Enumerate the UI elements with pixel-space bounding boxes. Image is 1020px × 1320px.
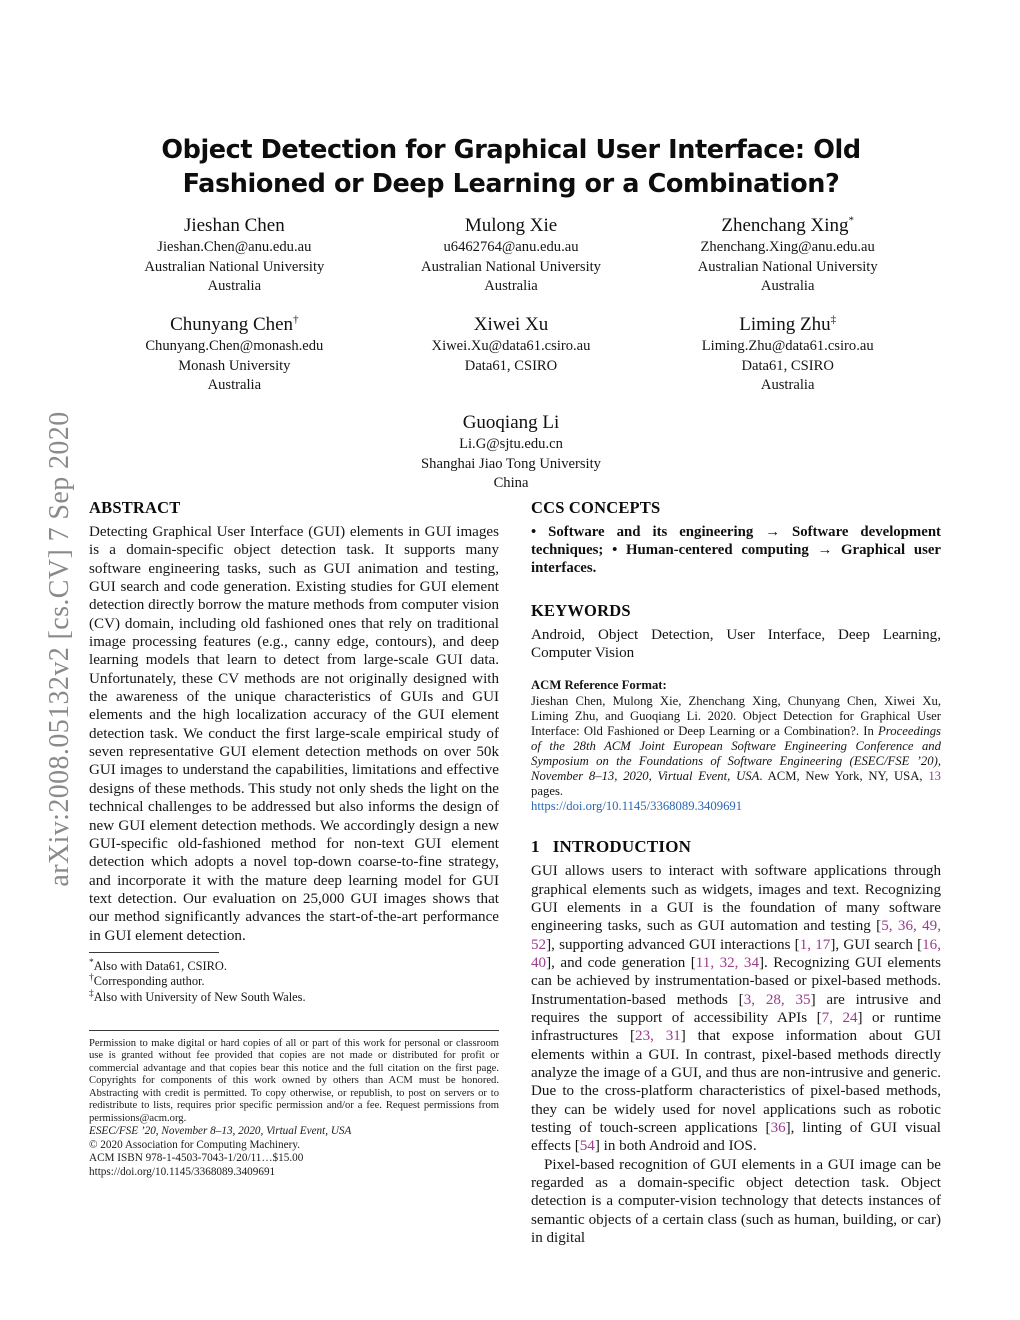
footnote-item: ‡Also with University of New South Wales… — [89, 989, 499, 1005]
ccs-concepts-heading: CCS CONCEPTS — [531, 498, 661, 517]
ccs-concepts-text: • Software and its engineering → Softwar… — [531, 524, 941, 577]
author-name: Chunyang Chen† — [96, 312, 373, 337]
author-block: Xiwei Xu Xiwei.Xu@data61.csiro.au Data61… — [373, 312, 650, 396]
isbn-line: ACM ISBN 978-1-4503-7043-1/20/11…$15.00 — [89, 1152, 304, 1165]
citation-ref[interactable]: 23, 31 — [635, 1028, 681, 1044]
author-affiliation: Australian National University — [697, 258, 878, 275]
author-affiliation: Data61, CSIRO — [741, 357, 834, 374]
author-name-text: Jieshan Chen — [183, 215, 285, 236]
citation-ref[interactable]: 54 — [580, 1138, 595, 1154]
page-title: Object Detection for Graphical User Inte… — [161, 135, 861, 199]
author-block-solo: Guoqiang Li Li.G@sjtu.edu.cn Shanghai Ji… — [96, 410, 926, 494]
author-country: Australia — [760, 377, 815, 393]
author-name-text: Chunyang Chen — [170, 314, 294, 335]
keywords-heading: KEYWORDS — [531, 600, 631, 620]
right-column: CCS CONCEPTS • Software and its engineer… — [531, 498, 941, 1247]
citation-ref[interactable]: 3, 28, 35 — [744, 992, 811, 1008]
keywords-text: Android, Object Detection, User Interfac… — [531, 626, 941, 662]
copyright-block: Permission to make digital or hard copie… — [89, 1030, 499, 1180]
author-name: Liming Zhu‡ — [649, 312, 926, 337]
footnote-item: *Also with Data61, CSIRO. — [89, 958, 499, 974]
acm-reference-pages: 13 — [928, 768, 941, 783]
copyright-doi-link[interactable]: https://doi.org/10.1145/3368089.3409691 — [89, 1166, 499, 1180]
author-name: Xiwei Xu — [373, 312, 650, 337]
author-email: u6462764@anu.edu.au — [443, 239, 579, 255]
author-country: Australia — [484, 278, 538, 294]
author-country: Australia — [207, 377, 262, 393]
arxiv-stamp: arXiv:2008.05132v2 [cs.CV] 7 Sep 2020 — [44, 411, 75, 887]
author-email: Liming.Zhu@data61.csiro.au — [701, 338, 874, 354]
author-country: Australia — [760, 278, 815, 294]
text-run: ], GUI search [ — [830, 936, 923, 953]
author-block: Mulong Xie u6462764@anu.edu.au Australia… — [373, 213, 650, 297]
author-name: Mulong Xie — [373, 213, 650, 238]
author-block: Jieshan Chen Jieshan.Chen@anu.edu.au Aus… — [96, 213, 373, 297]
author-block: Chunyang Chen† Chunyang.Chen@monash.edu … — [96, 312, 373, 396]
permission-notice: Permission to make digital or hard copie… — [89, 1038, 499, 1124]
left-column: ABSTRACT Detecting Graphical User Interf… — [89, 498, 499, 945]
author-name: Jieshan Chen — [96, 213, 373, 238]
author-affiliation: Data61, CSIRO — [464, 357, 558, 374]
acm-reference-label: ACM Reference Format: — [531, 678, 667, 693]
acm-reference-doi-link[interactable]: https://doi.org/10.1145/3368089.3409691 — [531, 799, 742, 813]
venue-line: ESEC/FSE ’20, November 8–13, 2020, Virtu… — [89, 1125, 352, 1138]
author-marker: † — [293, 313, 299, 326]
author-name-text: Xiwei Xu — [473, 314, 549, 335]
paper-page: arXiv:2008.05132v2 [cs.CV] 7 Sep 2020 Ob… — [0, 0, 1020, 1320]
abstract-heading: ABSTRACT — [89, 498, 181, 517]
footnote-text: Corresponding author. — [93, 974, 205, 989]
citation-ref[interactable]: 1, 17 — [800, 937, 831, 953]
section-number: 1 — [531, 837, 540, 857]
footnote-item: †Corresponding author. — [89, 974, 499, 989]
text-run: GUI allows users to interact with softwa… — [531, 863, 941, 935]
author-name: Zhenchang Xing* — [649, 213, 926, 238]
author-country: China — [493, 475, 529, 491]
introduction-paragraph-1: GUI allows users to interact with softwa… — [531, 862, 941, 1156]
introduction-paragraph-2: Pixel-based recognition of GUI elements … — [531, 1156, 941, 1247]
text-run: ], and code generation [ — [546, 954, 696, 971]
footnotes-block: *Also with Data61, CSIRO. †Corresponding… — [89, 952, 499, 1005]
author-name-text: Zhenchang Xing — [721, 215, 849, 236]
abstract-text: Detecting Graphical User Interface (GUI)… — [89, 524, 499, 944]
author-email: Jieshan.Chen@anu.edu.au — [157, 239, 312, 255]
citation-ref[interactable]: 7, 24 — [822, 1010, 858, 1026]
author-affiliation: Australian National University — [421, 258, 601, 275]
citation-ref[interactable]: 36 — [771, 1120, 786, 1136]
author-affiliation: Monash University — [178, 357, 291, 374]
author-name-text: Mulong Xie — [464, 215, 558, 236]
author-marker: * — [848, 214, 855, 227]
acm-reference-part3: pages. — [531, 784, 564, 799]
footnote-divider — [89, 952, 219, 953]
author-email: Xiwei.Xu@data61.csiro.au — [431, 338, 591, 354]
text-run: ] in both Android and IOS. — [594, 1138, 757, 1155]
text-run: ], supporting advanced GUI interactions … — [546, 936, 800, 953]
copyright-holder: © 2020 Association for Computing Machine… — [89, 1138, 300, 1151]
footnote-text: Also with Data61, CSIRO. — [93, 959, 227, 973]
footnote-text: Also with University of New South Wales. — [93, 989, 306, 1004]
author-email: Zhenchang.Xing@anu.edu.au — [700, 239, 875, 255]
author-block: Zhenchang Xing* Zhenchang.Xing@anu.edu.a… — [649, 213, 926, 297]
citation-ref[interactable]: 11, 32, 34 — [696, 955, 759, 971]
author-row-1: Jieshan Chen Jieshan.Chen@anu.edu.au Aus… — [96, 213, 926, 297]
author-affiliation: Shanghai Jiao Tong University — [421, 455, 601, 472]
author-name-text: Guoqiang Li — [462, 412, 560, 433]
acm-reference-part2: . ACM, New York, NY, USA, — [759, 768, 929, 783]
author-email: Li.G@sjtu.edu.cn — [459, 436, 563, 452]
author-block: Liming Zhu‡ Liming.Zhu@data61.csiro.au D… — [649, 312, 926, 396]
author-name-text: Liming Zhu — [739, 314, 831, 335]
author-email: Chunyang.Chen@monash.edu — [145, 338, 324, 354]
introduction-heading: 1 INTRODUCTION — [531, 837, 941, 857]
acm-reference-format: ACM Reference Format: Jieshan Chen, Mulon… — [531, 678, 941, 814]
section-title: INTRODUCTION — [552, 837, 692, 857]
copyright-divider — [89, 1030, 499, 1031]
author-marker: ‡ — [830, 313, 837, 326]
author-affiliation: Australian National University — [144, 258, 325, 275]
author-row-2: Chunyang Chen† Chunyang.Chen@monash.edu … — [96, 312, 926, 396]
author-country: Australia — [207, 278, 262, 294]
author-name: Guoqiang Li — [96, 410, 926, 435]
